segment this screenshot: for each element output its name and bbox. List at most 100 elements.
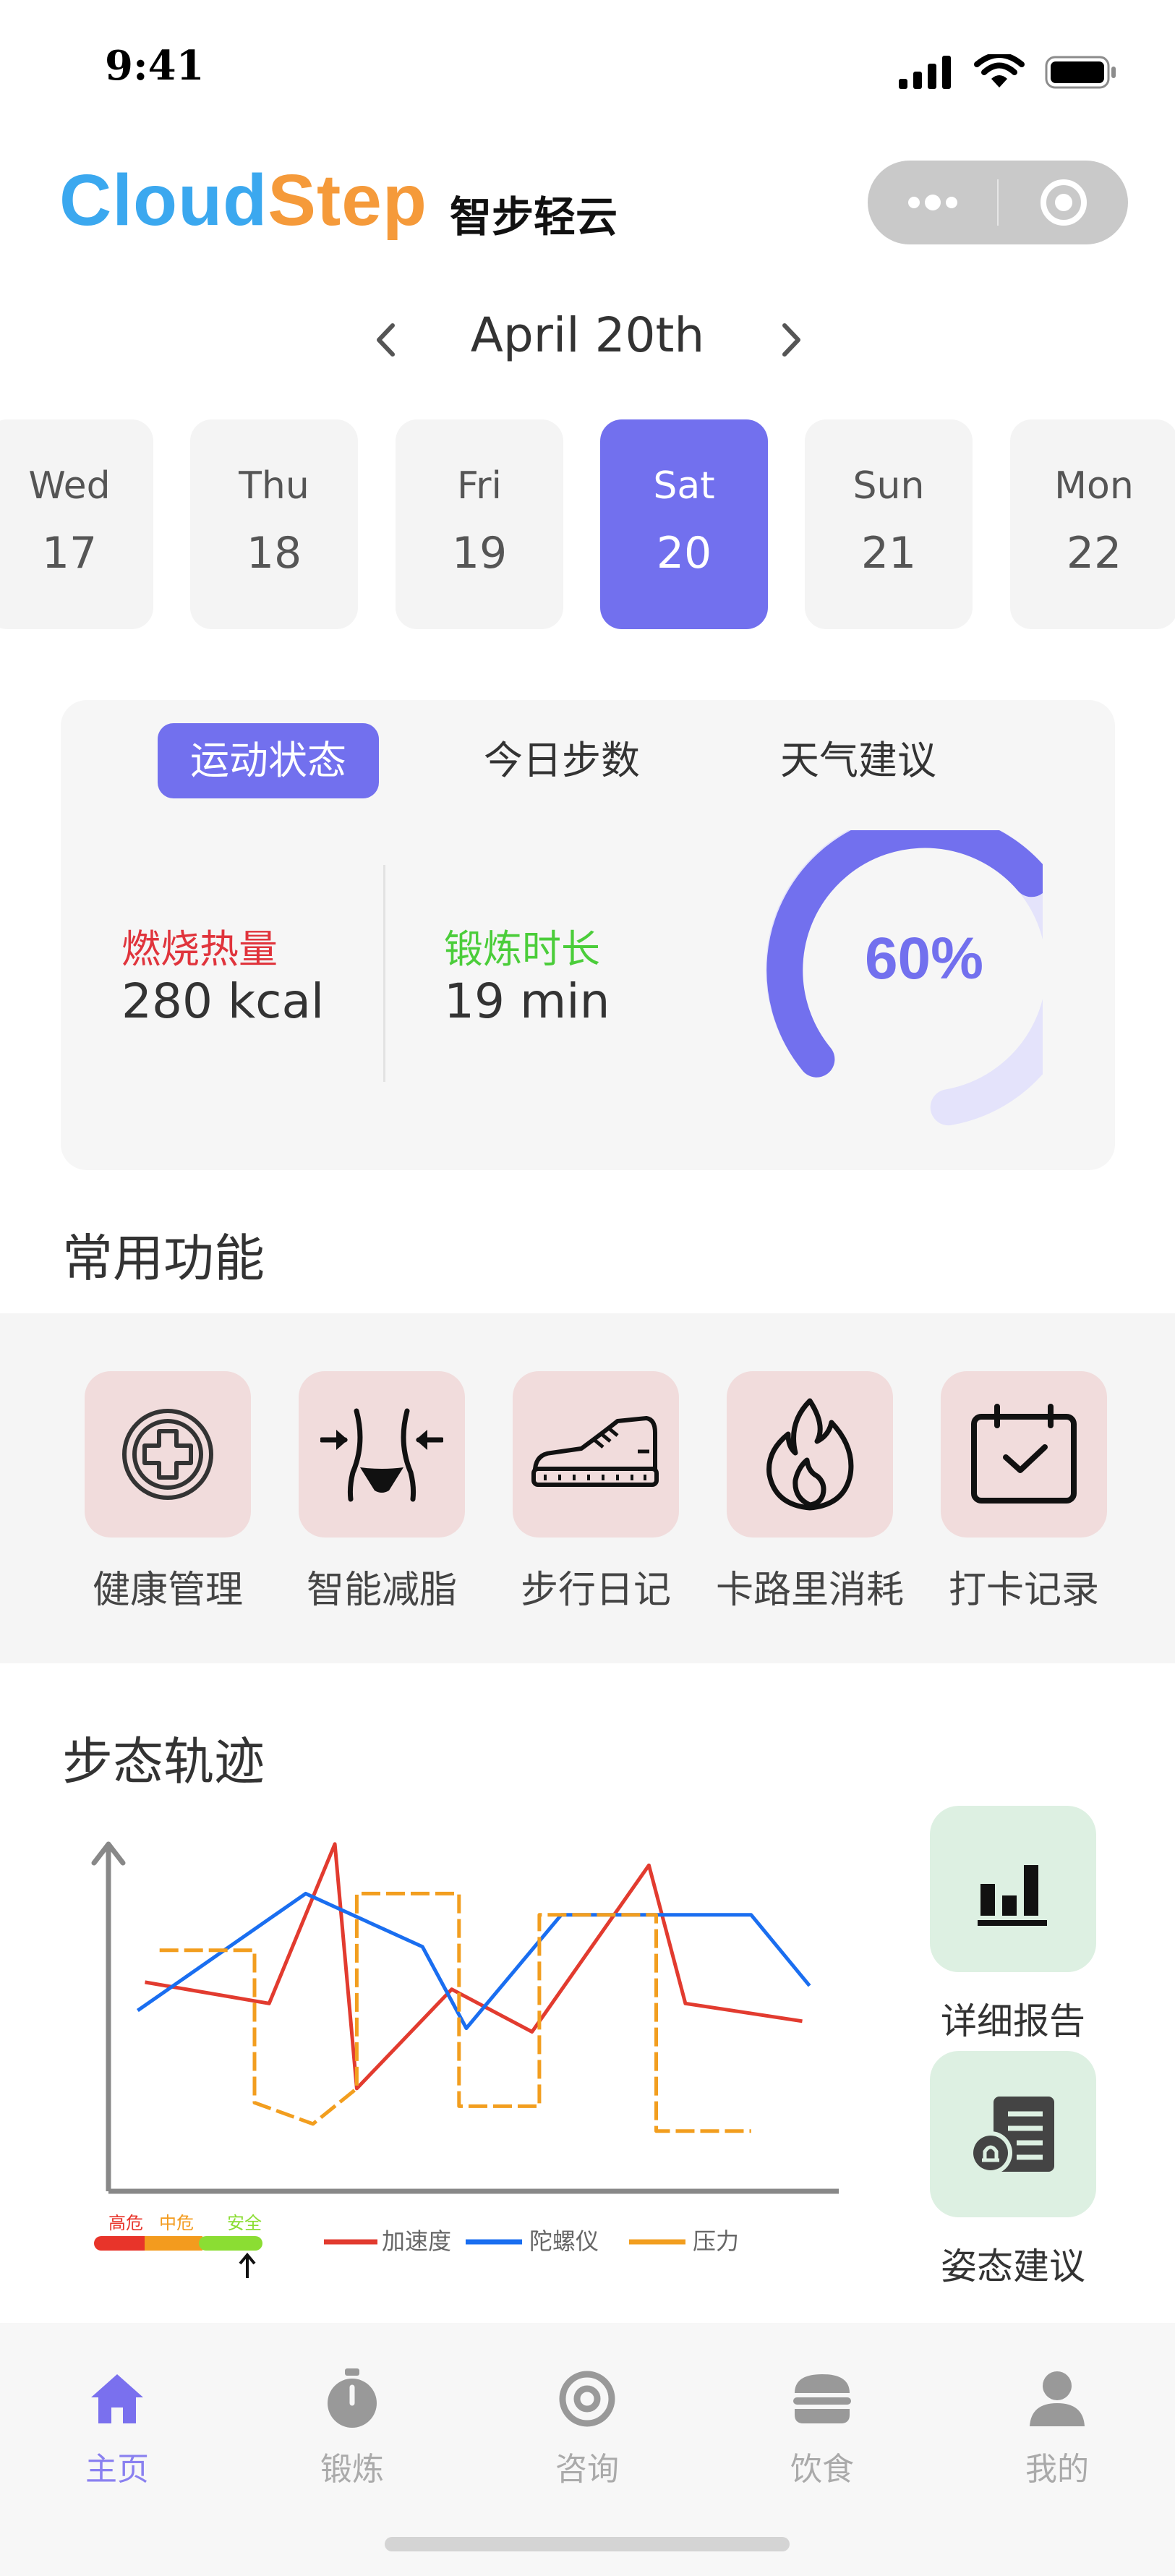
func-health-management[interactable]: 健康管理 bbox=[59, 1371, 276, 1613]
chart-axes bbox=[91, 1841, 839, 2194]
current-date: April 20th bbox=[470, 307, 705, 363]
func-smart-fat-loss[interactable]: 智能减脂 bbox=[273, 1371, 490, 1613]
day-card-thu[interactable]: Thu 18 bbox=[190, 419, 358, 629]
bar-chart-icon bbox=[978, 1865, 1047, 1926]
series-line-2 bbox=[159, 1891, 751, 2133]
func-tile bbox=[299, 1371, 465, 1538]
close-miniprogram-button[interactable] bbox=[999, 161, 1128, 244]
target-circle-icon bbox=[1040, 179, 1087, 226]
chart-legend: 加速度 陀螺仪 压力 bbox=[324, 2227, 739, 2255]
prev-date-button[interactable] bbox=[367, 318, 403, 362]
calories-value: 280 kcal bbox=[121, 973, 325, 1029]
nav-label: 饮食 bbox=[790, 2451, 854, 2488]
day-card-fri[interactable]: Fri 19 bbox=[396, 419, 563, 629]
nav-label: 咨询 bbox=[555, 2451, 619, 2488]
brand-subtitle: 智步轻云 bbox=[450, 192, 618, 242]
flame-icon bbox=[766, 1398, 854, 1511]
tab-weather-advice[interactable]: 天气建议 bbox=[748, 723, 969, 798]
functions-title: 常用功能 bbox=[62, 1229, 265, 1288]
report-tile bbox=[930, 1806, 1096, 1972]
status-time: 9:41 bbox=[105, 42, 205, 90]
mini-program-capsule bbox=[868, 161, 1128, 244]
more-button[interactable] bbox=[868, 161, 997, 244]
gait-title: 步态轨迹 bbox=[62, 1732, 265, 1791]
brand-part1: Cloud bbox=[59, 160, 268, 241]
functions-panel: 健康管理 智能减脂 步行日记 卡路里消耗 打卡记录 bbox=[0, 1313, 1175, 1663]
home-icon bbox=[91, 2374, 143, 2423]
risk-pointer-arrow bbox=[239, 2252, 256, 2278]
nav-label: 我的 bbox=[1025, 2451, 1089, 2488]
status-icons bbox=[899, 54, 1117, 90]
signal-icon bbox=[899, 56, 951, 89]
chart-series bbox=[136, 1842, 811, 2133]
nav-consult[interactable]: 咨询 bbox=[515, 2359, 659, 2489]
nav-home[interactable]: 主页 bbox=[45, 2359, 189, 2489]
report-label: 详细报告 bbox=[941, 2000, 1085, 2042]
duration-label: 锻炼时长 bbox=[444, 926, 600, 972]
chevron-left-icon bbox=[377, 323, 395, 357]
legend-label: 压力 bbox=[693, 2227, 739, 2255]
day-name: Thu bbox=[239, 464, 309, 508]
day-number: 17 bbox=[41, 528, 98, 579]
progress-text: 60% bbox=[865, 926, 983, 991]
day-number: 20 bbox=[656, 528, 712, 579]
day-name: Sun bbox=[853, 464, 925, 508]
legend-label: 陀螺仪 bbox=[529, 2227, 599, 2255]
advice-tile bbox=[930, 2051, 1096, 2217]
day-card-sun[interactable]: Sun 21 bbox=[805, 419, 973, 629]
risk-mid-label: 中危 bbox=[159, 2213, 194, 2233]
nav-label: 锻炼 bbox=[320, 2451, 384, 2488]
func-label: 智能减脂 bbox=[306, 1569, 457, 1612]
next-date-button[interactable] bbox=[774, 318, 810, 362]
stopwatch-icon bbox=[328, 2368, 377, 2428]
func-tile bbox=[941, 1371, 1107, 1538]
detailed-report-button[interactable]: 详细报告 bbox=[930, 1806, 1096, 2044]
calories-label: 燃烧热量 bbox=[121, 926, 278, 972]
func-label: 健康管理 bbox=[92, 1569, 243, 1612]
stats-divider bbox=[383, 865, 385, 1082]
app-logo: CloudStep bbox=[59, 159, 427, 242]
func-label: 步行日记 bbox=[520, 1569, 671, 1612]
day-number: 18 bbox=[246, 528, 302, 579]
brand-part2: Step bbox=[268, 160, 427, 241]
func-calorie-burn[interactable]: 卡路里消耗 bbox=[701, 1371, 918, 1613]
stats-card: 运动状态 今日步数 天气建议 燃烧热量 280 kcal 锻炼时长 19 min… bbox=[61, 700, 1115, 1170]
day-card-mon[interactable]: Mon 22 bbox=[1010, 419, 1175, 629]
day-number: 19 bbox=[451, 528, 508, 579]
series-line-0 bbox=[145, 1842, 803, 2091]
gait-chart: 高危 中危 安全 加速度 陀螺仪 压力 bbox=[91, 1841, 839, 2278]
posture-advice-button[interactable]: 姿态建议 bbox=[930, 2051, 1096, 2290]
risk-high-bar bbox=[94, 2236, 152, 2251]
func-label: 打卡记录 bbox=[948, 1569, 1099, 1612]
day-name: Mon bbox=[1054, 464, 1134, 508]
burger-icon bbox=[793, 2374, 851, 2423]
wifi-icon bbox=[974, 54, 1025, 88]
nav-profile[interactable]: 我的 bbox=[985, 2359, 1129, 2489]
day-number: 21 bbox=[860, 528, 917, 579]
sneaker-icon bbox=[531, 1416, 659, 1487]
nav-diet[interactable]: 饮食 bbox=[750, 2359, 894, 2489]
func-label: 卡路里消耗 bbox=[715, 1569, 904, 1612]
func-tile bbox=[727, 1371, 893, 1538]
advice-label: 姿态建议 bbox=[941, 2246, 1085, 2287]
waist-slim-icon bbox=[320, 1408, 443, 1502]
document-alarm-icon bbox=[969, 2097, 1054, 2175]
day-number: 22 bbox=[1066, 528, 1122, 579]
home-indicator bbox=[385, 2537, 790, 2551]
day-card-wed[interactable]: Wed 17 bbox=[0, 419, 153, 629]
day-name: Wed bbox=[28, 464, 111, 508]
tab-today-steps[interactable]: 今日步数 bbox=[451, 723, 672, 798]
func-walking-diary[interactable]: 步行日记 bbox=[487, 1371, 704, 1613]
duration-value: 19 min bbox=[444, 973, 610, 1029]
func-tile bbox=[85, 1371, 251, 1538]
risk-mid-bar bbox=[145, 2236, 202, 2251]
more-dots-icon bbox=[907, 195, 957, 210]
nav-label: 主页 bbox=[85, 2451, 149, 2488]
func-checkin-record[interactable]: 打卡记录 bbox=[915, 1371, 1132, 1613]
tab-exercise-status[interactable]: 运动状态 bbox=[158, 723, 379, 798]
nav-exercise[interactable]: 锻炼 bbox=[280, 2359, 424, 2489]
user-icon bbox=[1030, 2371, 1085, 2426]
day-card-sat-selected[interactable]: Sat 20 bbox=[600, 419, 768, 629]
func-tile bbox=[513, 1371, 679, 1538]
calendar-check-icon bbox=[971, 1404, 1077, 1504]
